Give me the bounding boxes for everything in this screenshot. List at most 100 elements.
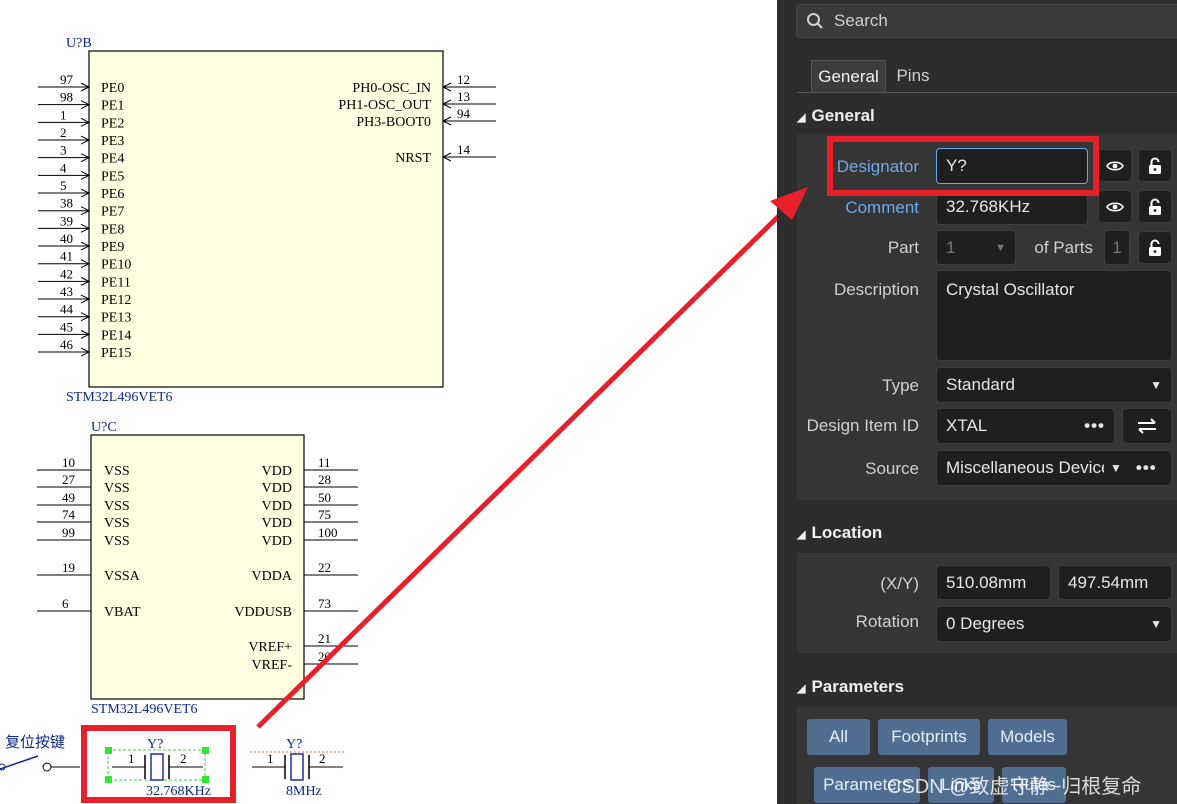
- component-designator: U?B: [66, 36, 92, 51]
- pin-number: 2: [319, 751, 326, 766]
- visibility-toggle[interactable]: [1098, 149, 1132, 182]
- filter-models-button[interactable]: Models: [988, 719, 1067, 755]
- pin-name: VDD: [262, 481, 292, 496]
- type-select[interactable]: Standard ▼: [936, 367, 1172, 403]
- filter-all-button[interactable]: All: [807, 719, 870, 755]
- pin-number: 40: [60, 231, 73, 246]
- lock-toggle[interactable]: [1138, 190, 1172, 223]
- selection-handle[interactable]: [202, 747, 209, 754]
- search-input[interactable]: Search: [796, 4, 1177, 38]
- pin-name: VSS: [104, 534, 130, 549]
- pin-name: PE2: [101, 116, 124, 131]
- design-item-id-input[interactable]: XTAL •••: [936, 408, 1115, 444]
- parameters-section-title: Parameters: [811, 677, 905, 696]
- pin-number: 38: [60, 196, 73, 211]
- chevron-down-icon: ▼: [1150, 378, 1162, 392]
- pin-name: PE0: [101, 81, 124, 96]
- collapse-triangle-icon: ◢: [797, 529, 806, 541]
- pin-number: 1: [267, 751, 274, 766]
- tab-pins[interactable]: Pins: [889, 60, 937, 92]
- tab-general[interactable]: General: [811, 60, 886, 92]
- crystal-y1[interactable]: Y? 1 2 32.768KHz: [105, 737, 211, 799]
- crystal-y2[interactable]: Y? 1 2 8MHz: [250, 737, 345, 799]
- component-designator: U?C: [91, 420, 117, 435]
- source-value: Miscellaneous Device: [946, 458, 1104, 477]
- component-part-number: STM32L496VET6: [66, 390, 173, 405]
- pin-number: 28: [318, 472, 331, 487]
- description-textarea[interactable]: Crystal Oscillator: [936, 270, 1172, 361]
- pin-name: PE9: [101, 240, 124, 255]
- lock-toggle[interactable]: [1138, 231, 1172, 264]
- pin-name: VDDA: [252, 569, 293, 584]
- location-section-header[interactable]: ◢ Location: [797, 523, 882, 543]
- part-label: Part: [887, 238, 919, 257]
- pin-number: 39: [60, 213, 73, 228]
- parameters-section-header[interactable]: ◢ Parameters: [797, 677, 904, 697]
- swap-button[interactable]: [1122, 408, 1172, 444]
- properties-panel: Search General Pins ◢ General Designator …: [777, 0, 1177, 804]
- pin-number: 73: [318, 596, 331, 611]
- pin-number: 19: [62, 560, 75, 575]
- component-part-number: STM32L496VET6: [91, 702, 198, 717]
- search-placeholder: Search: [834, 11, 888, 30]
- pin-name: VSSA: [104, 569, 141, 584]
- rotation-select[interactable]: 0 Degrees ▼: [936, 606, 1172, 642]
- pin-number: 1: [128, 751, 135, 766]
- crystal-designator: Y?: [286, 737, 302, 752]
- pin-name: VSS: [104, 499, 130, 514]
- pin-name: VREF+: [248, 640, 292, 655]
- selection-handle[interactable]: [202, 776, 209, 783]
- pin-number: 2: [180, 751, 187, 766]
- pin-name: PE1: [101, 99, 124, 114]
- reset-switch-contact: [42, 762, 52, 772]
- part-select[interactable]: 1 ▼: [936, 230, 1016, 265]
- pin-name: VSS: [104, 464, 130, 479]
- pin-name: PE14: [101, 328, 131, 343]
- pin-number: 5: [60, 178, 67, 193]
- eye-icon: [1106, 160, 1124, 171]
- crystal-body: [290, 753, 304, 781]
- pin-number: 50: [318, 490, 331, 505]
- general-section-header[interactable]: ◢ General: [797, 106, 875, 126]
- type-value: Standard: [946, 375, 1015, 394]
- x-position-input[interactable]: 510.08mm: [936, 565, 1051, 600]
- source-select[interactable]: Miscellaneous Device ▼ •••: [936, 450, 1172, 486]
- comment-label: Comment: [845, 198, 919, 217]
- pin-name: NRST: [395, 151, 431, 166]
- pin-number: 98: [60, 90, 73, 105]
- pin-number: 45: [60, 319, 73, 334]
- rotation-value: 0 Degrees: [946, 614, 1025, 633]
- pin-number: 1: [60, 107, 67, 122]
- crystal-value: 32.768KHz: [146, 784, 211, 799]
- chevron-down-icon: ▼: [1150, 617, 1162, 631]
- pin-name: VDD: [262, 499, 292, 514]
- pin-name: PE13: [101, 311, 131, 326]
- crystal-value: 8MHz: [286, 784, 322, 799]
- pin-name: PE6: [101, 187, 124, 202]
- pin-number: 11: [318, 455, 331, 470]
- pin-number: 42: [60, 266, 73, 281]
- collapse-triangle-icon: ◢: [797, 683, 806, 695]
- pin-name: VDDUSB: [234, 605, 292, 620]
- selection-handle[interactable]: [105, 776, 112, 783]
- pin-number: 46: [60, 337, 74, 352]
- visibility-toggle[interactable]: [1098, 190, 1132, 223]
- pin-number: 12: [457, 72, 470, 87]
- crystal-designator: Y?: [147, 737, 163, 752]
- filter-footprints-button[interactable]: Footprints: [878, 719, 980, 755]
- schematic-drawing[interactable]: U?B 97PE098PE11PE22PE33PE44PE55PE638PE73…: [0, 0, 777, 804]
- chevron-down-icon: ▼: [1110, 461, 1122, 475]
- pin-name: PE10: [101, 258, 131, 273]
- more-options-icon[interactable]: •••: [1084, 416, 1105, 436]
- lock-toggle[interactable]: [1138, 149, 1172, 182]
- pin-number: 97: [60, 72, 74, 87]
- more-options-icon[interactable]: •••: [1136, 458, 1157, 478]
- y-position-input[interactable]: 497.54mm: [1058, 565, 1172, 600]
- eye-icon: [1106, 201, 1124, 212]
- rotation-label: Rotation: [855, 612, 919, 631]
- lock-icon: [1149, 157, 1161, 174]
- schematic-canvas[interactable]: U?B 97 PE0 98 PE1 1 PE2 2 PE3 3 PE4 4 PE5 5 PE6 38 PE7 3…: [0, 0, 777, 804]
- selection-handle[interactable]: [105, 747, 112, 754]
- pin-name: VSS: [104, 481, 130, 496]
- tab-divider: [797, 92, 1177, 93]
